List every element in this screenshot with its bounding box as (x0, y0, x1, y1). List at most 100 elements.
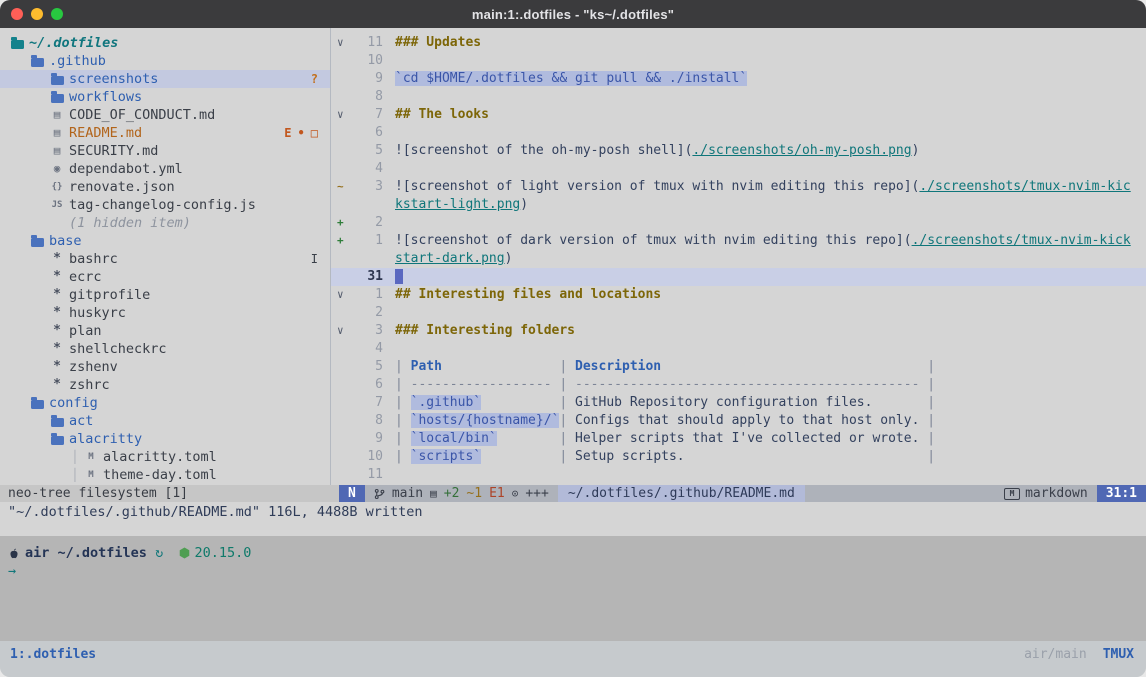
tree-item-workflows[interactable]: workflows (0, 88, 330, 106)
tree-item-dotfiles[interactable]: ~/.dotfiles (0, 34, 330, 52)
tree-item-label: huskyrc (69, 304, 126, 322)
editor-line[interactable]: kstart-light.png) (331, 196, 1146, 214)
editor-line[interactable]: ∨1 ## Interesting files and locations (331, 286, 1146, 304)
line-number: 10 (353, 448, 383, 466)
editor-buffer[interactable]: ∨11 ### Updates 10 9 `cd $HOME/.dotfiles… (331, 28, 1146, 485)
gutter-pad (383, 214, 395, 232)
editor-line[interactable]: +2 (331, 214, 1146, 232)
tree-item-renovate-json[interactable]: {}renovate.json (0, 178, 330, 196)
tree-item-config[interactable]: config (0, 394, 330, 412)
editor-line[interactable]: ∨7 ## The looks (331, 106, 1146, 124)
gutter-space (331, 304, 353, 322)
tree-item-zshrc[interactable]: *zshrc (0, 376, 330, 394)
editor-line[interactable]: 9 | `local/bin` | Helper scripts that I'… (331, 430, 1146, 448)
tree-item-alacritty-toml[interactable]: │Malacritty.toml (0, 448, 330, 466)
tree-item-act[interactable]: act (0, 412, 330, 430)
tree-item-gitprofile[interactable]: *gitprofile (0, 286, 330, 304)
zoom-button[interactable] (51, 8, 63, 20)
line-content: | `.github` | GitHub Repository configur… (395, 394, 935, 412)
gutter-pad (383, 160, 395, 178)
cursor-position: 31:1 (1097, 485, 1146, 502)
editor-line[interactable]: ∨3 ### Interesting folders (331, 322, 1146, 340)
tree-item-label: CODE_OF_CONDUCT.md (69, 106, 215, 124)
gutter-space (331, 250, 353, 268)
editor-line[interactable]: 4 (331, 340, 1146, 358)
gutter-pad (383, 376, 395, 394)
folder-icon (51, 94, 64, 103)
text-segment: `local/bin` (411, 431, 497, 446)
folder-icon (31, 400, 44, 409)
markdown-icon: M (1004, 488, 1020, 500)
line-content: | `scripts` | Setup scripts. | (395, 448, 935, 466)
tree-item-security-md[interactable]: ▤SECURITY.md (0, 142, 330, 160)
text-segment: Setup scripts. (575, 449, 927, 464)
editor-line[interactable]: 11 (331, 466, 1146, 484)
editor-line[interactable]: start-dark.png) (331, 250, 1146, 268)
gutter-space (331, 412, 353, 430)
text-segment: | (395, 449, 411, 464)
tree-item-alacritty[interactable]: alacritty (0, 430, 330, 448)
editor-line[interactable]: 2 (331, 304, 1146, 322)
tree-item-dependabot-yml[interactable]: ◉dependabot.yml (0, 160, 330, 178)
neotree-statusline: neo-tree filesystem [1] (0, 485, 339, 502)
tree-item-label: ~/.dotfiles (29, 34, 118, 52)
gutter-pad (383, 466, 395, 484)
tree-item-base[interactable]: base (0, 232, 330, 250)
editor-line[interactable]: 8 (331, 88, 1146, 106)
line-content: ### Interesting folders (395, 322, 575, 340)
fold-open-icon: ∨ (331, 286, 353, 304)
editor-line[interactable]: 7 | `.github` | GitHub Repository config… (331, 394, 1146, 412)
tmux-window-tab[interactable]: 1:.dotfiles (10, 647, 96, 662)
gutter-pad (383, 448, 395, 466)
gutter-pad (383, 178, 395, 196)
minimize-button[interactable] (31, 8, 43, 20)
editor-line[interactable]: 5 | Path | Description | (331, 358, 1146, 376)
statusline: neo-tree filesystem [1] N main▤+2~1E1⊙++… (0, 485, 1146, 502)
editor-line[interactable]: 31 (331, 268, 1146, 286)
editor-line[interactable]: 10 | `scripts` | Setup scripts. | (331, 448, 1146, 466)
gutter-pad (383, 268, 395, 286)
editor-line[interactable]: +1 ![screenshot of dark version of tmux … (331, 232, 1146, 250)
tree-item-label: tag-changelog-config.js (69, 196, 256, 214)
tree-item-zshenv[interactable]: *zshenv (0, 358, 330, 376)
tree-item-code-of-conduct-md[interactable]: ▤CODE_OF_CONDUCT.md (0, 106, 330, 124)
statusline-filetype: M markdown (995, 485, 1097, 502)
gutter-pad (383, 124, 395, 142)
editor-line[interactable]: ~3 ![screenshot of light version of tmux… (331, 178, 1146, 196)
editor-line[interactable]: 6 | ------------------ | ---------------… (331, 376, 1146, 394)
editor-line[interactable]: 8 | `hosts/{hostname}/`| Configs that sh… (331, 412, 1146, 430)
editor-line[interactable]: 5 ![screenshot of the oh-my-posh shell](… (331, 142, 1146, 160)
tree-item-badges: ? (311, 70, 330, 88)
text-segment (442, 359, 559, 374)
tree-item-ecrc[interactable]: *ecrc (0, 268, 330, 286)
prompt-arrow-icon: → (8, 562, 16, 580)
editor-line[interactable]: 4 (331, 160, 1146, 178)
tree-item-badges: E•□ (284, 124, 330, 142)
document-icon: ▤ (48, 142, 66, 160)
line-number: 2 (353, 214, 383, 232)
tree-item-github[interactable]: .github (0, 52, 330, 70)
editor-line[interactable]: 6 (331, 124, 1146, 142)
tree-item-screenshots[interactable]: screenshots? (0, 70, 330, 88)
tree-item-plan[interactable]: *plan (0, 322, 330, 340)
editor-line[interactable]: ∨11 ### Updates (331, 34, 1146, 52)
tree-item-theme-day-toml[interactable]: │Mtheme-day.toml (0, 466, 330, 484)
mode-indicator: N (339, 485, 365, 502)
command-line-message: "~/.dotfiles/.github/README.md" 116L, 44… (0, 502, 1146, 538)
gutter-space (331, 88, 353, 106)
tree-item-1-hidden-item[interactable]: (1 hidden item) (0, 214, 330, 232)
tree-item-bashrc[interactable]: *bashrcI (0, 250, 330, 268)
text-segment: Helper scripts that I've collected or wr… (575, 431, 927, 446)
node-icon (179, 547, 190, 559)
tree-item-readme-md[interactable]: ▤README.mdE•□ (0, 124, 330, 142)
tree-item-shellcheckrc[interactable]: *shellcheckrc (0, 340, 330, 358)
tree-item-huskyrc[interactable]: *huskyrc (0, 304, 330, 322)
editor-line[interactable]: 10 (331, 52, 1146, 70)
tree-item-tag-changelog-config-js[interactable]: JStag-changelog-config.js (0, 196, 330, 214)
editor-line[interactable]: 9 `cd $HOME/.dotfiles && git pull && ./i… (331, 70, 1146, 88)
apple-icon (8, 547, 20, 560)
line-content: | `local/bin` | Helper scripts that I've… (395, 430, 935, 448)
tree-item-label: gitprofile (69, 286, 150, 304)
tmux-pane-shell[interactable]: air ~/.dotfiles ↻ 20.15.0 → (0, 536, 1146, 641)
close-button[interactable] (11, 8, 23, 20)
